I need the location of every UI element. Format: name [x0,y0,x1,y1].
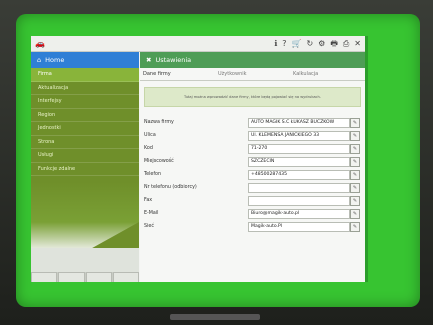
field-label: E-Mail [144,211,159,216]
tab-label: Dane firmy [143,71,171,77]
edit-icon[interactable]: ✎ [350,118,360,128]
city-field[interactable]: SZCZECIN [248,156,350,167]
cart-icon[interactable]: 🛒 [291,38,301,49]
bottom-button-3[interactable]: · [85,272,112,282]
sidebar-item-label: Region [38,111,56,118]
sidebar-home[interactable]: ⌂ Home [31,52,139,68]
sidebar-item-aktualizacja[interactable]: Aktualizacja [31,82,139,95]
home-icon: ⌂ [37,56,42,64]
edit-icon[interactable]: ✎ [350,209,360,219]
tab-uzytkownik[interactable]: Użytkownik [215,68,290,80]
field-label: Nr telefonu (odbiorcy) [144,185,197,190]
company-form: Nazwa firmy AUTO MAGIK S.C ŁUKASZ BUCZKO… [144,116,361,233]
tab-label: Kalkulacja [293,71,319,77]
print-icon[interactable]: 🖶 [330,38,338,49]
edit-icon[interactable]: ✎ [350,144,360,154]
settings-icon[interactable]: ⚙ [318,38,325,49]
sidebar-item-strona[interactable]: Strona [31,136,139,149]
help-icon[interactable]: ? [282,38,286,49]
bottom-button-2[interactable]: · [58,272,85,282]
car-icon[interactable]: 🚗 [35,39,45,48]
sidebar-item-firma[interactable]: Firma [31,68,139,82]
device-logo [170,314,260,320]
email-field[interactable]: Biuro@magik-auto.pl [248,208,350,219]
recipient-phone-field[interactable] [248,182,350,193]
street-field[interactable]: Ul. KLEMENSA JANICKIEGO 33 [248,130,350,141]
sidebar-item-label: Jednostki [38,125,61,132]
edit-icon[interactable]: ✎ [350,196,360,206]
form-row-telefon: Telefon +48500287435 ✎ [144,168,361,181]
bottom-button-bar: · · · · [31,272,139,282]
form-row-nr-telefonu-odbiorcy: Nr telefonu (odbiorcy) ✎ [144,181,361,194]
tools-icon[interactable]: ✕ [354,38,361,49]
sidebar: ⌂ Home Firma Aktualizacja Interfejsy Reg… [31,52,139,282]
toolbar-icons: ℹ ? 🛒 ↻ ⚙ 🖶 ⎙ ✕ [274,38,361,49]
tab-bar: Dane firmy Użytkownik Kalkulacja [140,68,365,81]
sidebar-item-label: Interfejsy [38,98,62,105]
website-field[interactable]: Magik-auto.Pl [248,221,350,232]
edit-icon[interactable]: ✎ [350,131,360,141]
sidebar-item-region[interactable]: Region [31,109,139,122]
field-label: Fax [144,198,153,203]
sidebar-item-label: Aktualizacja [38,84,69,91]
sidebar-home-label: Home [45,56,65,64]
sidebar-item-funkcje-zdalne[interactable]: Funkcje zdalne [31,163,139,176]
refresh-icon[interactable]: ↻ [306,38,313,49]
field-label: Nazwa firmy [144,120,174,125]
sidebar-item-jednostki[interactable]: Jednostki [31,122,139,136]
edit-icon[interactable]: ✎ [350,222,360,232]
tools-icon: ✖ [146,56,152,64]
sidebar-item-label: Usługi [38,152,54,159]
field-label: Kod [144,146,153,151]
form-row-siec: Sieć Magik-auto.Pl ✎ [144,220,361,233]
panel-title: Ustawienia [155,56,192,64]
sidebar-item-label: Funkcje zdalne [38,165,76,172]
info-banner: Tutaj można wprowadzić dane firmy, które… [144,87,361,107]
screen: 🚗 ℹ ? 🛒 ↻ ⚙ 🖶 ⎙ ✕ ⌂ Home Firma Aktualiza… [31,36,365,282]
tab-kalkulacja[interactable]: Kalkulacja [290,68,365,80]
form-row-nazwa-firmy: Nazwa firmy AUTO MAGIK S.C ŁUKASZ BUCZKO… [144,116,361,129]
edit-icon[interactable]: ✎ [350,170,360,180]
postal-code-field[interactable]: 71-270 [248,143,350,154]
form-row-miejscowosc: Miejscowość SZCZECIN ✎ [144,155,361,168]
fax-field[interactable] [248,195,350,206]
field-label: Miejscowość [144,159,174,164]
bottom-button-4[interactable]: · [112,272,139,282]
printer-icon[interactable]: ⎙ [343,38,349,49]
sidebar-item-interfejsy[interactable]: Interfejsy [31,95,139,109]
edit-icon[interactable]: ✎ [350,183,360,193]
tab-label: Użytkownik [218,71,247,77]
sidebar-item-label: Firma [38,71,52,78]
company-name-field[interactable]: AUTO MAGIK S.C ŁUKASZ BUCZKOW [248,117,350,128]
form-row-kod: Kod 71-270 ✎ [144,142,361,155]
field-label: Telefon [144,172,162,177]
sidebar-item-uslugi[interactable]: Usługi [31,149,139,163]
settings-panel: ✖ Ustawienia Dane firmy Użytkownik Kalku… [140,52,365,282]
screen-edge [365,36,368,282]
edit-icon[interactable]: ✎ [350,157,360,167]
form-row-fax: Fax ✎ [144,194,361,207]
field-label: Ulica [144,133,156,138]
phone-field[interactable]: +48500287435 [248,169,350,180]
info-icon[interactable]: ℹ [274,38,277,49]
bottom-button-1[interactable]: · [31,272,58,282]
panel-header: ✖ Ustawienia [140,52,365,68]
form-row-email: E-Mail Biuro@magik-auto.pl ✎ [144,207,361,220]
tab-dane-firmy[interactable]: Dane firmy [140,68,215,80]
form-row-ulica: Ulica Ul. KLEMENSA JANICKIEGO 33 ✎ [144,129,361,142]
top-toolbar: 🚗 ℹ ? 🛒 ↻ ⚙ 🖶 ⎙ ✕ [31,36,365,52]
field-label: Sieć [144,224,154,229]
sidebar-item-label: Strona [38,138,55,145]
